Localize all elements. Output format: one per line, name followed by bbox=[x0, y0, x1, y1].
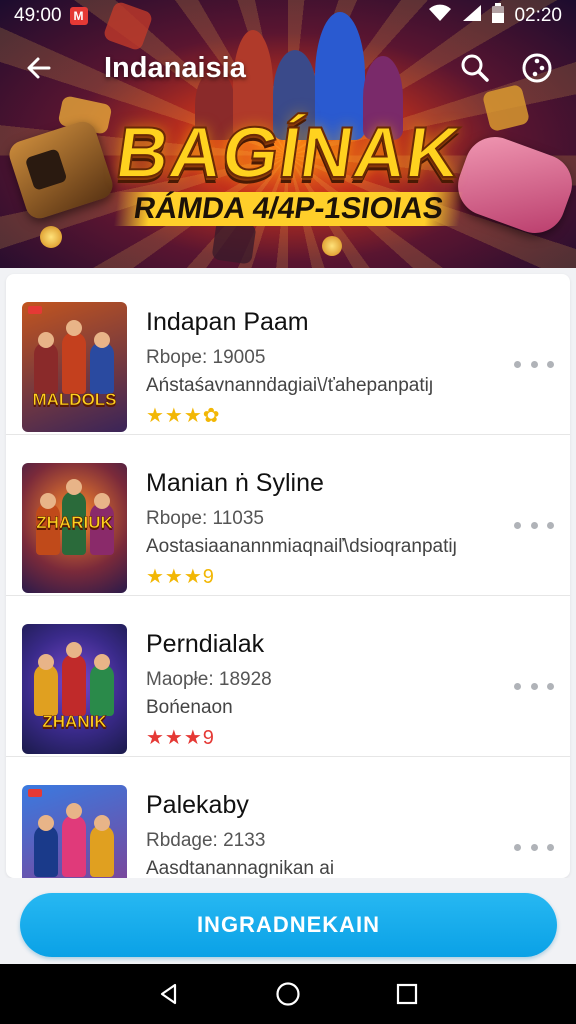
cta-container: INGRADNEKAIN bbox=[0, 878, 576, 964]
game-thumbnail bbox=[22, 785, 127, 878]
game-description: Aństaśavnannḋagiai\/ťahepanpatiȷ bbox=[146, 375, 434, 396]
more-options-button[interactable] bbox=[520, 51, 554, 85]
floating-tile bbox=[211, 219, 257, 265]
home-circle-icon bbox=[276, 982, 300, 1006]
game-description: Aostasiaanannmiaqnaiľ\dsioqranpatiȷ bbox=[146, 536, 457, 557]
notification-badge: M bbox=[69, 7, 88, 25]
arrow-left-icon bbox=[27, 57, 51, 79]
thumbnail-logo-text: ZHARIUK bbox=[36, 513, 113, 533]
game-title: Manian ṅ Syline bbox=[146, 469, 324, 497]
coin bbox=[40, 226, 62, 248]
coin bbox=[322, 236, 342, 256]
banner-title: BAGÍNAK RÁMDA 4/4P-1SIOIAS bbox=[0, 112, 576, 226]
more-options-icon[interactable] bbox=[514, 674, 554, 698]
game-description: Aasdtanannagnikan ai bbox=[146, 858, 335, 878]
status-clock: 02:20 bbox=[514, 5, 562, 26]
game-thumbnail: ZHANIK bbox=[22, 624, 127, 754]
game-title: Indapan Paam bbox=[146, 308, 309, 336]
recents-square-icon bbox=[396, 983, 417, 1005]
screen: 49:00 M 02:20 Indanaisia BAGÍNAK RÁMDA 4… bbox=[0, 0, 576, 1024]
status-bar: 49:00 M 02:20 bbox=[0, 0, 576, 32]
thumbnail-logo-text: ZHANIK bbox=[42, 712, 107, 732]
game-meta: Rbope: 19005 bbox=[146, 347, 266, 368]
game-description: Bońenaon bbox=[146, 697, 233, 718]
list-item[interactable]: Palekaby Rbdage: 2133 Aasdtanannagnikan … bbox=[6, 757, 570, 878]
system-nav-bar bbox=[0, 964, 576, 1024]
back-triangle-icon bbox=[161, 983, 177, 1005]
game-thumbnail: ZHARIUK bbox=[22, 463, 127, 593]
banner-subtitle: RÁMDA 4/4P-1SIOIAS bbox=[113, 192, 463, 226]
nav-back-button[interactable] bbox=[149, 974, 189, 1014]
nav-home-button[interactable] bbox=[268, 974, 308, 1014]
list-item[interactable]: MALDOLS Indapan Paam Rbope: 19005 Aństaś… bbox=[6, 274, 570, 435]
star-rating: ★★★9 bbox=[146, 566, 215, 588]
app-bar: Indanaisia bbox=[0, 40, 576, 96]
page-title: Indanaisia bbox=[104, 51, 246, 84]
signal-icon bbox=[462, 4, 482, 28]
list-item[interactable]: ZHARIUK Manian ṅ Syline Rbope: 11035 Aos… bbox=[6, 435, 570, 596]
more-options-icon[interactable] bbox=[514, 352, 554, 376]
battery-icon bbox=[492, 3, 505, 29]
thumbnail-logo-text: MALDOLS bbox=[32, 390, 117, 410]
game-meta: Maopłe: 18928 bbox=[146, 669, 272, 690]
search-icon bbox=[461, 54, 489, 82]
game-meta: Rbdage: 2133 bbox=[146, 830, 266, 851]
more-options-icon[interactable] bbox=[514, 513, 554, 537]
game-thumbnail: MALDOLS bbox=[22, 302, 127, 432]
banner-headline: BAGÍNAK bbox=[110, 112, 466, 194]
more-circle-icon bbox=[522, 53, 552, 83]
nav-recents-button[interactable] bbox=[387, 974, 427, 1014]
primary-action-button[interactable]: INGRADNEKAIN bbox=[20, 893, 557, 957]
search-button[interactable] bbox=[458, 51, 492, 85]
more-options-icon[interactable] bbox=[514, 835, 554, 859]
star-rating: ★★★9 bbox=[146, 727, 215, 749]
game-title: Palekaby bbox=[146, 791, 249, 819]
list-item[interactable]: ZHANIK Perndialak Maopłe: 18928 Bońenaon… bbox=[6, 596, 570, 757]
back-button[interactable] bbox=[22, 51, 56, 85]
game-meta: Rbope: 11035 bbox=[146, 508, 264, 529]
star-rating: ★★★✿ bbox=[146, 405, 221, 427]
wifi-icon bbox=[428, 4, 452, 28]
status-time: 49:00 bbox=[14, 5, 62, 26]
game-list: MALDOLS Indapan Paam Rbope: 19005 Aństaś… bbox=[6, 274, 570, 878]
game-title: Perndialak bbox=[146, 630, 265, 658]
